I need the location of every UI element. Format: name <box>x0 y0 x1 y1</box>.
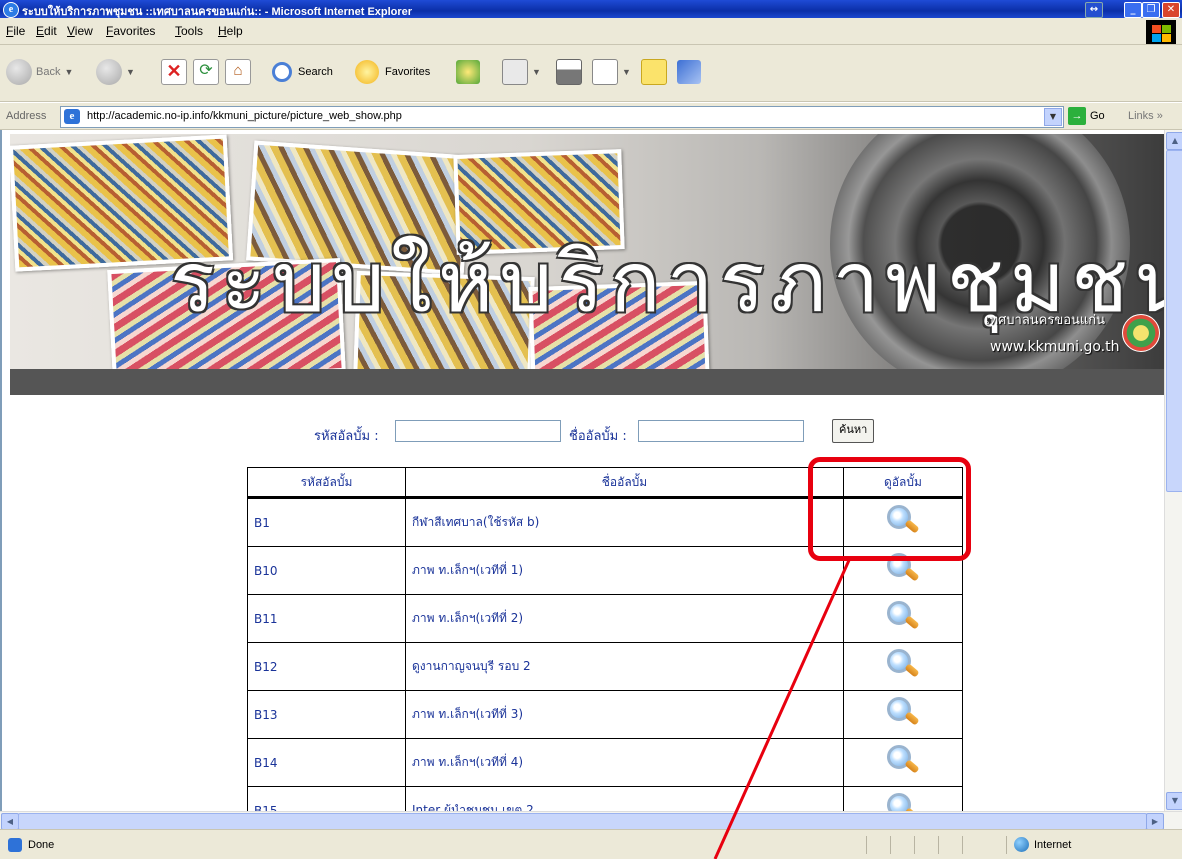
annotation-pointer-line <box>713 557 852 859</box>
